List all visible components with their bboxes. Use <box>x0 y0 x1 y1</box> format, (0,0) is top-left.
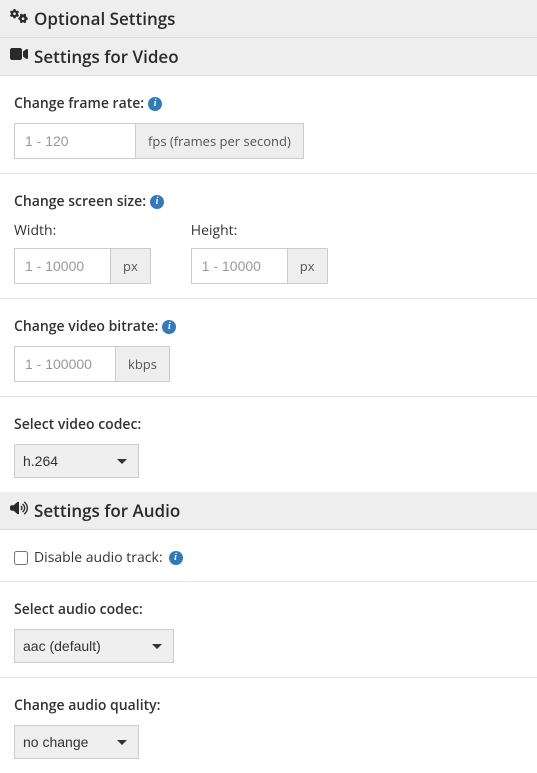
audiocodec-label-row: Select audio codec: <box>14 600 523 619</box>
height-input[interactable] <box>192 249 287 283</box>
section-title: Optional Settings <box>34 7 175 30</box>
videobitrate-label-row: Change video bitrate: i <box>14 317 523 336</box>
audiocodec-label: Select audio codec: <box>14 600 143 619</box>
audioquality-select[interactable]: no change <box>14 725 139 759</box>
videobitrate-unit: kbps <box>115 347 169 381</box>
videocodec-label-row: Select video codec: <box>14 415 523 434</box>
videocodec-section: Select video codec: h.264 <box>0 397 537 492</box>
screensize-label-row: Change screen size: i <box>14 192 523 211</box>
videobitrate-input-group: kbps <box>14 346 170 382</box>
disableaudio-checkbox[interactable] <box>14 551 28 565</box>
section-title: Settings for Audio <box>34 499 180 522</box>
framerate-label: Change frame rate: <box>14 94 144 113</box>
disableaudio-label[interactable]: Disable audio track: <box>34 548 163 567</box>
videocodec-label: Select video codec: <box>14 415 141 434</box>
audioquality-label-row: Change audio quality: <box>14 696 523 715</box>
videocodec-select[interactable]: h.264 <box>14 444 139 478</box>
framerate-input-group: fps (frames per second) <box>14 123 304 159</box>
section-header-video: Settings for Video <box>0 38 537 76</box>
volume-icon <box>10 499 28 522</box>
videobitrate-input[interactable] <box>15 347 115 381</box>
videobitrate-label: Change video bitrate: <box>14 317 158 336</box>
framerate-input[interactable] <box>15 124 135 158</box>
height-label: Height: <box>191 221 328 240</box>
info-icon[interactable]: i <box>150 195 164 209</box>
info-icon[interactable]: i <box>148 97 162 111</box>
audiocodec-section: Select audio codec: aac (default) <box>0 582 537 678</box>
audiocodec-select[interactable]: aac (default) <box>14 629 174 663</box>
info-icon[interactable]: i <box>162 320 176 334</box>
framerate-label-row: Change frame rate: i <box>14 94 523 113</box>
audioquality-label: Change audio quality: <box>14 696 160 715</box>
width-label: Width: <box>14 221 151 240</box>
section-header-audio: Settings for Audio <box>0 492 537 530</box>
info-icon[interactable]: i <box>169 551 183 565</box>
videobitrate-section: Change video bitrate: i kbps <box>0 299 537 397</box>
width-unit: px <box>110 249 150 283</box>
framerate-section: Change frame rate: i fps (frames per sec… <box>0 76 537 174</box>
disableaudio-section: Disable audio track: i <box>0 530 537 582</box>
video-camera-icon <box>10 45 28 68</box>
screensize-section: Change screen size: i Width: px Height: … <box>0 174 537 299</box>
screensize-label: Change screen size: <box>14 192 146 211</box>
height-unit: px <box>287 249 327 283</box>
width-input-group: px <box>14 248 151 284</box>
gears-icon <box>10 7 28 30</box>
section-title: Settings for Video <box>34 45 179 68</box>
height-input-group: px <box>191 248 328 284</box>
width-input[interactable] <box>15 249 110 283</box>
audioquality-section: Change audio quality: no change <box>0 678 537 773</box>
framerate-unit: fps (frames per second) <box>135 124 303 158</box>
section-header-optional: Optional Settings <box>0 0 537 38</box>
